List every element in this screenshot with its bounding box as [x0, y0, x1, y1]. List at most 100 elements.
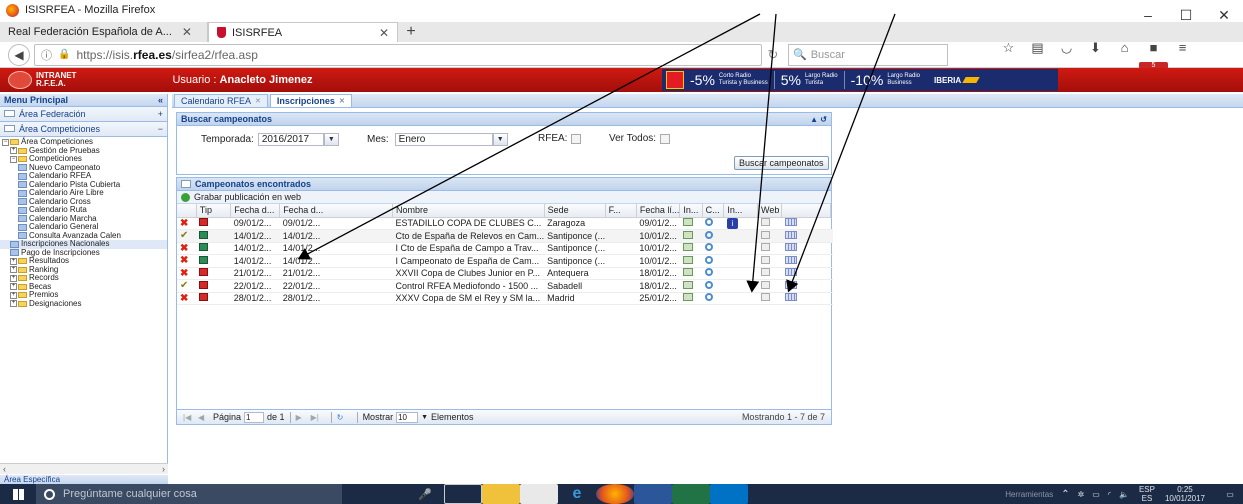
table-row[interactable]: ✖ 14/01/2... 14/01/2... I Cto de España de … — [177, 242, 833, 255]
magnifier-icon[interactable] — [702, 279, 724, 293]
expand-icon[interactable]: + — [158, 109, 163, 119]
horizontal-scrollbar[interactable]: ‹ › — [0, 463, 168, 474]
web-checkbox[interactable] — [757, 217, 782, 230]
delete-icon[interactable]: ✖ — [177, 267, 197, 280]
info-icon[interactable] — [723, 254, 758, 268]
tree-item[interactable]: + Ranking — [0, 265, 167, 275]
info-icon[interactable] — [723, 267, 758, 280]
inscripciones-icon[interactable] — [679, 279, 703, 293]
back-arrow-icon[interactable]: ◀ — [8, 43, 30, 66]
chevron-down-icon[interactable]: ▼ — [492, 133, 508, 146]
magnifier-icon[interactable] — [702, 229, 724, 243]
inscripciones-icon[interactable] — [679, 217, 703, 230]
info-icon[interactable] — [723, 229, 758, 243]
firefox-taskbar-icon[interactable] — [596, 484, 634, 504]
close-tab-icon[interactable]: ✕ — [182, 25, 192, 39]
inscripciones-icon[interactable] — [679, 292, 703, 305]
chevron-up-icon[interactable]: ⌃ — [1061, 489, 1069, 500]
info-icon[interactable] — [723, 279, 758, 293]
inscripciones-icon[interactable] — [679, 254, 703, 268]
tray-app-icon[interactable]: ✲ — [1078, 490, 1085, 499]
store-icon[interactable] — [520, 484, 558, 504]
calendar-icon[interactable] — [781, 279, 830, 293]
close-tab-icon[interactable]: ✕ — [339, 97, 345, 105]
grid-header-cell[interactable]: Web — [757, 204, 783, 218]
addon-icon[interactable]: ■5 — [1139, 40, 1168, 70]
close-tab-icon[interactable]: ✕ — [255, 97, 261, 105]
task-view-icon[interactable] — [444, 484, 482, 504]
grid-header-cell[interactable]: Sede — [544, 204, 606, 218]
inscripciones-icon[interactable] — [679, 267, 703, 280]
tree-item[interactable]: + Records — [0, 273, 167, 283]
page-input[interactable]: 1 — [244, 411, 265, 423]
mes-select[interactable]: Enero — [394, 133, 493, 146]
web-checkbox[interactable] — [757, 267, 782, 280]
excel-icon[interactable] — [672, 484, 710, 504]
collapse-icon[interactable]: − — [158, 124, 163, 134]
web-checkbox[interactable] — [757, 292, 782, 305]
search-input[interactable]: 🔍 Buscar — [788, 43, 948, 66]
table-row[interactable]: ✖ 14/01/2... 14/01/2... I Campeonato de Esp… — [177, 254, 833, 268]
download-icon[interactable]: ⬇ — [1081, 40, 1110, 70]
close-tab-icon[interactable]: ✕ — [379, 26, 389, 40]
expand-toggle-icon[interactable]: + — [10, 274, 17, 282]
battery-icon[interactable]: ▭ — [1092, 490, 1100, 499]
taskbar-clock[interactable]: 0:25 10/01/2017 — [1165, 485, 1205, 503]
reload-icon[interactable]: ↻ — [762, 47, 784, 63]
expand-toggle-icon[interactable]: + — [10, 300, 17, 308]
windows-start-icon[interactable] — [0, 484, 36, 504]
tree-item[interactable]: + Premios — [0, 290, 167, 300]
table-row[interactable]: ✔ 14/01/2... 14/01/2... Cto de España de Re… — [177, 229, 833, 243]
tab-calendario-rfea[interactable]: Calendario RFEA ✕ — [174, 94, 268, 107]
info-icon[interactable]: i — [723, 217, 758, 230]
calendar-icon[interactable] — [781, 292, 830, 305]
cortana-search-input[interactable]: Pregúntame cualquier cosa — [36, 484, 342, 504]
tree-item[interactable]: + Resultados — [0, 256, 167, 266]
info-icon[interactable] — [723, 242, 758, 255]
magnifier-icon[interactable] — [702, 217, 724, 230]
prev-page-icon[interactable]: ◀ — [198, 413, 207, 422]
calendar-icon[interactable] — [781, 217, 830, 230]
magnifier-icon[interactable] — [702, 292, 724, 305]
table-row[interactable]: ✖ 09/01/2... 09/01/2... ESTADILLO COPA DE C… — [177, 217, 833, 230]
notifications-icon[interactable]: ▭ — [1217, 490, 1243, 499]
tree-item[interactable]: + Gestión de Pruebas — [0, 146, 167, 156]
scroll-left-icon[interactable]: ‹ — [3, 464, 6, 474]
grid-header-cell[interactable]: Fecha d... — [230, 204, 281, 218]
url-bar[interactable]: ⓘ 🔒 https://isis. rfea.es/sirfea2/rfea.as… — [34, 43, 762, 66]
next-page-icon[interactable]: ▶ — [296, 413, 305, 422]
expand-toggle-icon[interactable]: + — [10, 257, 17, 265]
sidebar-section-competiciones[interactable]: Área Competiciones − — [0, 122, 167, 137]
inscripciones-icon[interactable] — [679, 242, 703, 255]
info-icon[interactable]: ⓘ — [41, 47, 52, 63]
sidebar-section-especifica[interactable]: Área Específica — [0, 475, 168, 484]
calendar-icon[interactable] — [781, 229, 830, 243]
refresh-icon[interactable]: ↻ — [337, 413, 346, 422]
tree-item[interactable]: + Becas — [0, 282, 167, 292]
calendar-icon[interactable] — [781, 242, 830, 255]
browser-tab-rfea[interactable]: Real Federación Española de A... ✕ — [0, 22, 208, 42]
calendar-icon[interactable] — [781, 254, 830, 268]
temporada-select[interactable]: 2016/2017 — [257, 133, 324, 146]
delete-icon[interactable]: ✖ — [177, 254, 197, 268]
pocket-icon[interactable]: ◡ — [1052, 40, 1081, 70]
iberia-banner[interactable]: -5% Corto Radio Turista y Business 5% Lar… — [662, 69, 1058, 91]
network-icon[interactable]: ◜ — [1108, 490, 1111, 499]
language-indicator[interactable]: ESP ES — [1139, 485, 1155, 503]
checkmark-icon[interactable]: ✔ — [177, 229, 197, 243]
expand-toggle-icon[interactable]: − — [2, 138, 9, 146]
web-checkbox[interactable] — [757, 254, 782, 268]
calendar-icon[interactable] — [781, 267, 830, 280]
table-row[interactable]: ✔ 22/01/2... 22/01/2... Control RFEA Mediof… — [177, 279, 833, 293]
web-checkbox[interactable] — [757, 279, 782, 293]
word-icon[interactable] — [634, 484, 672, 504]
table-row[interactable]: ✖ 21/01/2... 21/01/2... XXVII Copa de Clube… — [177, 267, 833, 280]
sidebar-section-federacion[interactable]: Área Federación + — [0, 107, 167, 122]
expand-toggle-icon[interactable]: + — [10, 266, 17, 274]
web-checkbox[interactable] — [757, 229, 782, 243]
grid-header-cell[interactable]: C... — [702, 204, 725, 218]
grid-header-cell[interactable]: F... — [605, 204, 637, 218]
tab-inscripciones[interactable]: Inscripciones ✕ — [269, 94, 352, 107]
grid-header-cell[interactable]: In... — [679, 204, 703, 218]
first-page-icon[interactable]: |◀ — [183, 413, 192, 422]
